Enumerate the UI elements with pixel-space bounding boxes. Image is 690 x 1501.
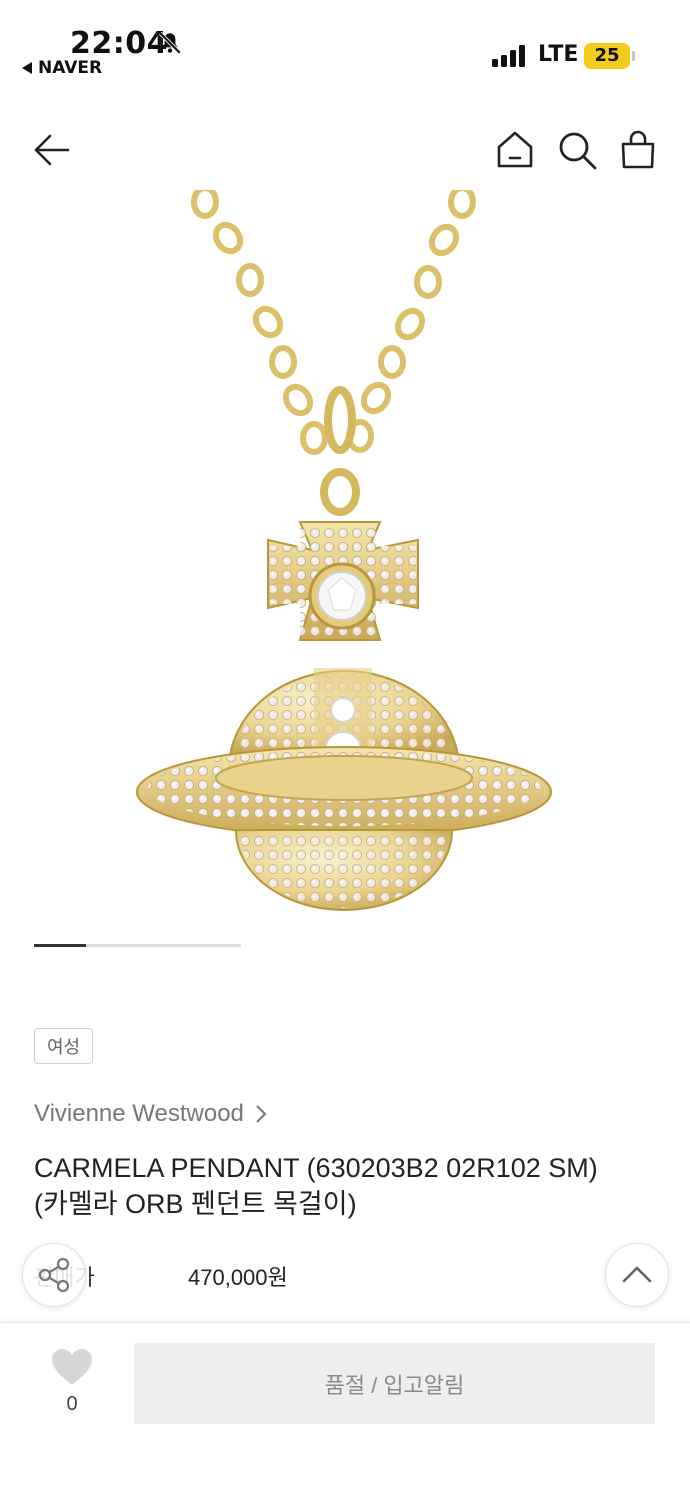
product-image[interactable] — [0, 190, 690, 920]
chain-left — [191, 190, 328, 455]
scroll-to-top-button[interactable] — [605, 1243, 669, 1307]
battery-icon: 25 — [584, 43, 630, 69]
back-triangle-icon — [22, 62, 32, 74]
chevron-right-icon — [256, 1105, 267, 1123]
chevron-up-icon — [622, 1266, 652, 1283]
shopping-bag-icon[interactable] — [614, 126, 662, 174]
cellular-signal-icon — [492, 45, 525, 67]
share-icon — [38, 1257, 70, 1293]
bell-muted-icon — [158, 31, 182, 55]
brand-link[interactable]: Vivienne Westwood — [34, 1100, 268, 1128]
product-title-line2: (카멜라 ORB 펜던트 목걸이) — [34, 1189, 357, 1219]
like-count: 0 — [66, 1393, 78, 1415]
gallery-progress-track — [34, 944, 241, 947]
pendant-cross — [267, 521, 419, 641]
bottom-action-bar: 0 품절 / 입고알림 — [0, 1322, 690, 1501]
soldout-restock-alert-button[interactable]: 품절 / 입고알림 — [134, 1343, 655, 1424]
home-icon[interactable] — [491, 126, 539, 174]
search-icon[interactable] — [553, 126, 601, 174]
brand-name: Vivienne Westwood — [34, 1100, 244, 1127]
heart-icon — [52, 1349, 92, 1385]
chain-right — [346, 190, 476, 453]
status-bar: 22:04 NAVER LTE 25 — [0, 0, 690, 90]
gender-tag: 여성 — [34, 1028, 94, 1064]
product-title: CARMELA PENDANT (630203B2 02R102 SM) (카멜… — [34, 1150, 664, 1222]
battery-tip — [632, 51, 635, 61]
network-type: LTE — [538, 42, 579, 67]
gallery-progress-fill — [34, 944, 86, 947]
back-to-app-link[interactable]: NAVER — [22, 58, 102, 78]
back-app-label: NAVER — [38, 58, 103, 78]
status-time: 22:04 — [70, 26, 168, 61]
back-arrow-icon[interactable] — [28, 126, 76, 174]
like-button[interactable]: 0 — [44, 1345, 100, 1425]
price-value: 470,000원 — [188, 1265, 288, 1290]
product-title-line1: CARMELA PENDANT (630203B2 02R102 SM) — [34, 1153, 598, 1183]
share-button[interactable] — [22, 1243, 86, 1307]
battery-level: 25 — [594, 45, 620, 66]
